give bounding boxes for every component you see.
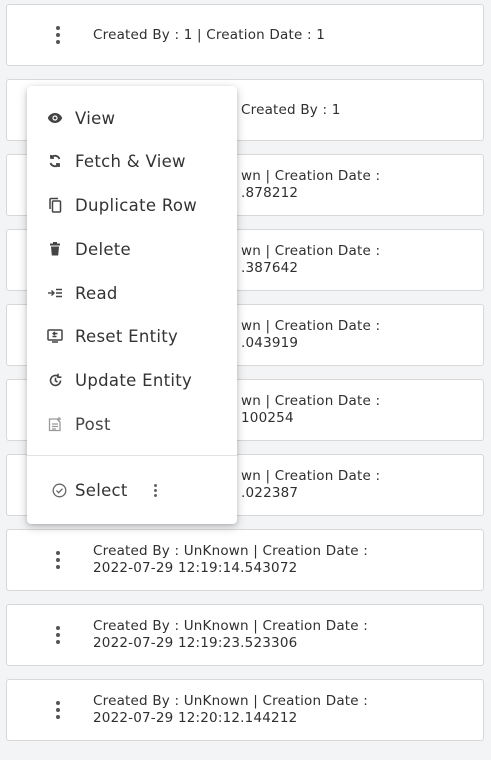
record-info: Created By : UnKnown | Creation Date : 2… — [93, 530, 471, 590]
menu-item-update-entity[interactable]: Update Entity — [27, 360, 237, 400]
menu-item-label: Duplicate Row — [75, 195, 198, 215]
record-meta-line2: 2022-07-29 12:19:14.543072 — [93, 560, 298, 576]
record-meta-line1: wn | Creation Date : — [241, 468, 381, 484]
post-icon — [47, 416, 63, 432]
record-info: wn | Creation Date : .878212 — [241, 155, 471, 215]
record-meta-line1: Created By : 1 — [241, 101, 341, 118]
record-info: wn | Creation Date : .043919 — [241, 305, 471, 365]
reset-icon — [47, 328, 63, 344]
more-options-icon[interactable] — [43, 680, 73, 740]
menu-item-label: Update Entity — [75, 370, 193, 390]
record-meta-line2: .022387 — [241, 485, 299, 501]
menu-item-label: Post — [75, 414, 111, 434]
list-item[interactable]: Created By : UnKnown | Creation Date : 2… — [6, 529, 484, 591]
menu-item-view[interactable]: View — [27, 98, 237, 138]
menu-item-delete[interactable]: Delete — [27, 229, 237, 269]
record-meta-line1: wn | Creation Date : — [241, 318, 381, 334]
select-row: Select — [27, 472, 237, 508]
menu-item-label: Reset Entity — [75, 326, 179, 346]
record-meta-line2: 2022-07-29 12:20:12.144212 — [93, 710, 298, 726]
menu-item-label: Delete — [75, 239, 132, 259]
more-options-icon[interactable] — [43, 605, 73, 665]
record-info: Created By : UnKnown | Creation Date : 2… — [93, 680, 471, 740]
record-meta-line2: .878212 — [241, 185, 299, 201]
trash-icon — [47, 241, 63, 257]
menu-item-fetch-view[interactable]: Fetch & View — [27, 141, 237, 181]
record-meta-line1: Created By : UnKnown | Creation Date : — [93, 543, 369, 559]
check-circle-icon[interactable] — [51, 482, 67, 498]
menu-item-post[interactable]: Post — [27, 404, 237, 444]
update-icon — [47, 372, 63, 388]
list-item[interactable]: Created By : 1 | Creation Date : 1 — [6, 4, 484, 66]
record-info: Created By : 1 — [241, 80, 471, 140]
read-icon — [47, 285, 63, 301]
menu-item-read[interactable]: Read — [27, 273, 237, 313]
record-meta-line1: wn | Creation Date : — [241, 393, 381, 409]
record-info: Created By : 1 | Creation Date : 1 — [93, 5, 471, 65]
record-info: wn | Creation Date : .022387 — [241, 455, 471, 515]
more-options-icon[interactable] — [43, 5, 73, 65]
eye-icon — [47, 110, 63, 126]
menu-item-label: Fetch & View — [75, 151, 186, 171]
record-meta-line2: .387642 — [241, 260, 299, 276]
record-meta-line2: .043919 — [241, 335, 299, 351]
record-meta-line2: 2022-07-29 12:19:23.523306 — [93, 635, 298, 651]
list-item[interactable]: Created By : UnKnown | Creation Date : 2… — [6, 604, 484, 666]
record-info: wn | Creation Date : .387642 — [241, 230, 471, 290]
record-meta-line1: Created By : UnKnown | Creation Date : — [93, 618, 369, 634]
menu-divider — [27, 455, 237, 456]
record-meta-line1: Created By : UnKnown | Creation Date : — [93, 693, 369, 709]
select-options-icon[interactable] — [150, 482, 161, 499]
record-meta-line1: Created By : 1 | Creation Date : 1 — [93, 26, 326, 43]
more-options-icon[interactable] — [43, 530, 73, 590]
list-item[interactable]: Created By : UnKnown | Creation Date : 2… — [6, 679, 484, 741]
menu-item-label: Read — [75, 283, 118, 303]
record-meta-line1: wn | Creation Date : — [241, 168, 381, 184]
menu-item-label: View — [75, 108, 116, 128]
record-meta-line1: wn | Creation Date : — [241, 243, 381, 259]
refresh-icon — [47, 153, 63, 169]
menu-item-reset-entity[interactable]: Reset Entity — [27, 316, 237, 356]
record-info: wn | Creation Date : 100254 — [241, 380, 471, 440]
copy-icon — [47, 197, 63, 213]
record-meta-line2: 100254 — [241, 410, 294, 426]
record-info: Created By : UnKnown | Creation Date : 2… — [93, 605, 471, 665]
select-button[interactable]: Select — [75, 481, 128, 500]
row-context-menu: View Fetch & View Duplicate Row Delete R… — [27, 86, 237, 524]
menu-item-duplicate-row[interactable]: Duplicate Row — [27, 185, 237, 225]
